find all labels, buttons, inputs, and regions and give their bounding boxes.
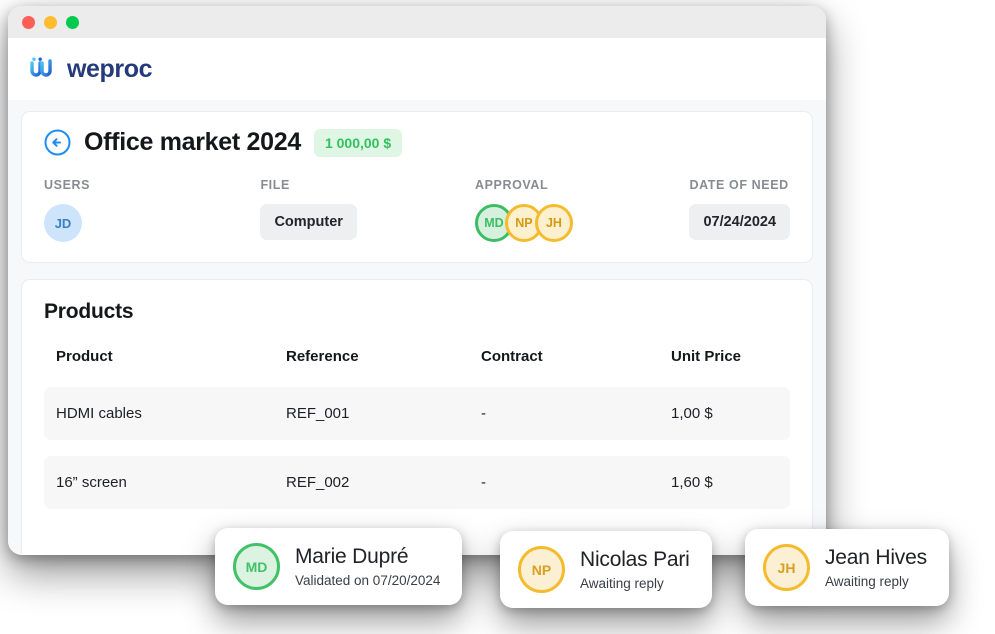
request-summary-card: Office market 2024 1 000,00 $ USERS JD F… — [21, 111, 813, 263]
cell-unit-price: 1,60 $ — [671, 456, 790, 509]
meta-date-label: DATE OF NEED — [689, 178, 789, 192]
weproc-logo-icon — [30, 57, 52, 77]
cell-contract: - — [481, 387, 671, 440]
minimize-window-button[interactable] — [44, 15, 57, 29]
cell-reference: REF_002 — [286, 456, 481, 509]
window-titlebar — [8, 6, 826, 38]
app-brand-name: weproc — [67, 54, 153, 83]
screenshot-root: weproc Office market 2024 1 000,00 $ USE… — [0, 0, 995, 634]
request-meta-row: USERS JD FILE Computer APPROVAL MD NP JH — [44, 178, 791, 242]
approver-avatar-np: NP — [518, 546, 565, 593]
products-table-head: Product Reference Contract Unit Price — [44, 348, 790, 387]
browser-window: weproc Office market 2024 1 000,00 $ USE… — [8, 6, 826, 555]
products-table-body: HDMI cables REF_001 - 1,00 $ 16” screen … — [44, 387, 790, 509]
approver-status: Awaiting reply — [580, 575, 664, 591]
approver-info: Jean Hives Awaiting reply — [825, 546, 927, 588]
cell-product: HDMI cables — [44, 387, 286, 440]
approver-info: Marie Dupré Validated on 07/20/2024 — [295, 545, 440, 587]
table-row[interactable]: 16” screen REF_002 - 1,60 $ — [44, 456, 790, 509]
approver-name: Jean Hives — [825, 546, 927, 570]
products-card: Products Product Reference Contract Unit… — [21, 279, 813, 555]
meta-file-label: FILE — [260, 178, 290, 192]
close-window-button[interactable] — [22, 15, 35, 29]
user-avatar-jd[interactable]: JD — [44, 204, 82, 242]
column-header-product: Product — [56, 348, 113, 365]
meta-approval: APPROVAL MD NP JH — [474, 178, 690, 242]
approver-avatar-md: MD — [233, 543, 280, 590]
approver-name: Nicolas Pari — [580, 548, 690, 572]
meta-file: FILE Computer — [260, 178, 475, 242]
cell-unit-price: 1,00 $ — [671, 387, 790, 440]
column-header-reference: Reference — [286, 348, 359, 365]
page-content: Office market 2024 1 000,00 $ USERS JD F… — [8, 100, 826, 555]
approver-card-marie-dupre[interactable]: MD Marie Dupré Validated on 07/20/2024 — [215, 528, 463, 605]
app-header: weproc — [8, 38, 826, 100]
date-of-need-chip[interactable]: 07/24/2024 — [689, 204, 791, 240]
cell-product: 16” screen — [44, 456, 286, 509]
column-header-unit-price: Unit Price — [671, 348, 742, 365]
approver-name: Marie Dupré — [295, 545, 409, 569]
approver-info: Nicolas Pari Awaiting reply — [580, 548, 690, 590]
meta-date-of-need: DATE OF NEED 07/24/2024 — [689, 178, 791, 242]
approver-status: Awaiting reply — [825, 573, 909, 589]
arrow-left-circle-icon[interactable] — [44, 129, 71, 156]
approver-card-jean-hives[interactable]: JH Jean Hives Awaiting reply — [745, 529, 949, 606]
maximize-window-button[interactable] — [66, 15, 79, 29]
page-title: Office market 2024 — [84, 128, 301, 156]
approval-avatar-stack: MD NP JH — [474, 204, 690, 242]
approval-avatar-jh[interactable]: JH — [534, 204, 573, 242]
cell-reference: REF_001 — [286, 387, 481, 440]
meta-approval-label: APPROVAL — [474, 178, 549, 192]
approver-status: Validated on 07/20/2024 — [295, 572, 441, 588]
meta-users-label: USERS — [44, 178, 91, 192]
meta-users: USERS JD — [44, 178, 260, 242]
table-row[interactable]: HDMI cables REF_001 - 1,00 $ — [44, 387, 790, 440]
approver-card-nicolas-pari[interactable]: NP Nicolas Pari Awaiting reply — [500, 531, 712, 608]
amount-badge: 1 000,00 $ — [313, 128, 403, 157]
cell-contract: - — [481, 456, 671, 509]
file-chip[interactable]: Computer — [260, 204, 357, 240]
request-title-row: Office market 2024 1 000,00 $ — [44, 128, 790, 157]
products-title: Products — [44, 300, 134, 323]
products-table: Product Reference Contract Unit Price HD… — [44, 348, 790, 509]
approver-avatar-jh: JH — [763, 544, 810, 591]
table-header-row: Product Reference Contract Unit Price — [44, 348, 790, 387]
row-spacer — [44, 440, 790, 456]
column-header-contract: Contract — [481, 348, 543, 365]
